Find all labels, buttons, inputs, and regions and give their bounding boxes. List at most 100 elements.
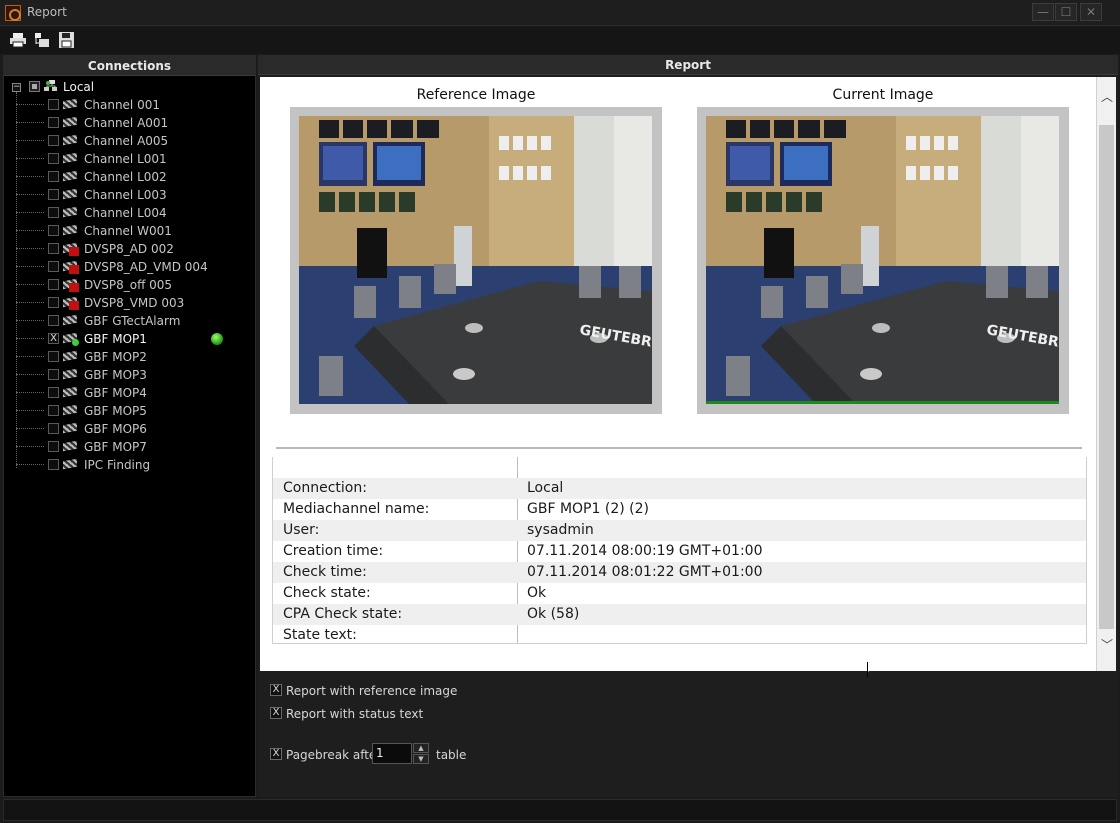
print-preview-icon	[35, 33, 49, 47]
tree-item-label: GBF MOP6	[84, 422, 147, 436]
stepper-up-icon[interactable]: ▲	[413, 743, 429, 753]
tree-branch-line	[16, 194, 44, 195]
scroll-thumb[interactable]	[1099, 125, 1114, 629]
tree-item[interactable]: GBF MOP5	[4, 402, 255, 420]
camera-glyph	[63, 170, 77, 182]
report-scrollbar[interactable]: ︿ ﹀	[1096, 77, 1116, 671]
tree-item[interactable]: Channel W001	[4, 222, 255, 240]
status-text-checkbox[interactable]: X	[270, 707, 282, 719]
tree-item[interactable]: Channel L004	[4, 204, 255, 222]
report-panel: Report Reference Image GEUTEBRUCK Curren…	[258, 55, 1118, 797]
tree-item-checkbox[interactable]	[48, 153, 59, 164]
tree-item[interactable]: GBF MOP6	[4, 420, 255, 438]
tree-item-checkbox[interactable]	[48, 441, 59, 452]
tree-item-checkbox[interactable]	[48, 297, 59, 308]
ok-badge-icon	[72, 339, 79, 346]
pagebreak-suffix: table	[436, 748, 467, 762]
camera-icon	[63, 170, 79, 184]
pagebreak-checkbox[interactable]: X	[270, 748, 282, 760]
reference-image: GEUTEBRUCK	[299, 116, 652, 404]
report-preview[interactable]: Reference Image GEUTEBRUCK Current Image…	[260, 77, 1096, 671]
scroll-down-icon[interactable]: ﹀	[1100, 637, 1114, 653]
tree-item-checkbox[interactable]	[48, 189, 59, 200]
row-key: Check time:	[283, 564, 367, 580]
vmd-badge-icon	[69, 283, 79, 292]
status-text-label: Report with status text	[286, 707, 424, 721]
tree-item[interactable]: X GBF MOP1	[4, 330, 255, 348]
tree-item-label: Channel W001	[84, 224, 172, 238]
tree-item-checkbox[interactable]	[48, 315, 59, 326]
row-key: State text:	[283, 627, 357, 643]
tree-item-checkbox[interactable]	[48, 207, 59, 218]
pagebreak-stepper[interactable]: ▲ ▼	[413, 743, 429, 764]
table-row: Connection: Local	[273, 478, 1086, 499]
tree-branch-line	[16, 410, 44, 411]
table-row: Check time: 07.11.2014 08:01:22 GMT+01:00	[273, 562, 1086, 583]
print-button[interactable]	[9, 31, 27, 49]
tree-item-checkbox[interactable]	[48, 423, 59, 434]
print-preview-button[interactable]	[33, 31, 51, 49]
vmd-badge-icon	[69, 301, 79, 310]
camera-glyph	[63, 98, 77, 110]
tree-branch-line	[16, 122, 44, 123]
tree-item[interactable]: IPC Finding	[4, 456, 255, 474]
stepper-down-icon[interactable]: ▼	[413, 754, 429, 764]
tree-item-checkbox[interactable]	[48, 135, 59, 146]
tree-item-checkbox[interactable]	[48, 459, 59, 470]
maximize-button[interactable]: ☐	[1055, 3, 1077, 21]
tree-item-label: Channel L004	[84, 206, 167, 220]
tree-item-checkbox[interactable]	[48, 405, 59, 416]
tree-item-checkbox[interactable]	[48, 387, 59, 398]
pagebreak-input[interactable]: 1	[372, 743, 412, 764]
tree-item-checkbox[interactable]	[48, 171, 59, 182]
tree-item[interactable]: GBF MOP7	[4, 438, 255, 456]
scroll-up-icon[interactable]: ︿	[1100, 89, 1114, 105]
tree-item[interactable]: Channel 001	[4, 96, 255, 114]
office-scene-image: GEUTEBRUCK	[299, 116, 652, 404]
tree-item-checkbox[interactable]	[48, 243, 59, 254]
row-key: CPA Check state:	[283, 606, 403, 622]
report-header: Report	[258, 55, 1118, 75]
tree-item[interactable]: DVSP8_off 005	[4, 276, 255, 294]
tree-item[interactable]: Channel L003	[4, 186, 255, 204]
camera-glyph	[63, 458, 77, 470]
tree-item[interactable]: DVSP8_VMD 003	[4, 294, 255, 312]
tree-item[interactable]: DVSP8_AD 002	[4, 240, 255, 258]
table-row: Mediachannel name: GBF MOP1 (2) (2)	[273, 499, 1086, 520]
tree-item[interactable]: Channel A005	[4, 132, 255, 150]
current-image: GEUTEBRUCK	[706, 116, 1059, 404]
tree-item[interactable]: Channel L001	[4, 150, 255, 168]
tree-item-checkbox[interactable]	[48, 225, 59, 236]
tree-item-label: IPC Finding	[84, 458, 151, 472]
tree-item-label: Channel L002	[84, 170, 167, 184]
tree-item[interactable]: Channel L002	[4, 168, 255, 186]
tree-item[interactable]: Channel A001	[4, 114, 255, 132]
row-key: Mediachannel name:	[283, 501, 430, 517]
tree-item-label: GBF MOP1	[84, 332, 147, 346]
save-report-button[interactable]	[58, 31, 76, 49]
pagebreak-label: Pagebreak afte	[286, 748, 377, 762]
vmd-badge-icon	[69, 265, 79, 274]
tree-item-checkbox[interactable]	[48, 261, 59, 272]
tree-item-checkbox[interactable]	[48, 351, 59, 362]
tree-item[interactable]: GBF MOP3	[4, 366, 255, 384]
tree-item[interactable]: GBF MOP2	[4, 348, 255, 366]
tree-item-checkbox[interactable]	[48, 369, 59, 380]
tree-branch-line	[16, 284, 44, 285]
tree-item[interactable]: DVSP8_AD_VMD 004	[4, 258, 255, 276]
collapse-toggle[interactable]: −	[12, 83, 21, 92]
camera-icon	[63, 314, 79, 328]
tree-root-local[interactable]: − Local	[4, 78, 255, 96]
tree-item[interactable]: GBF MOP4	[4, 384, 255, 402]
camera-icon	[63, 152, 79, 166]
close-button[interactable]: ✕	[1080, 3, 1102, 21]
reference-image-checkbox[interactable]: X	[270, 684, 282, 696]
tree-item-label: GBF MOP3	[84, 368, 147, 382]
tree-item[interactable]: GBF GTectAlarm	[4, 312, 255, 330]
tree-item-checkbox[interactable]	[48, 99, 59, 110]
tree-item-checkbox[interactable]: X	[48, 333, 59, 344]
tree-item-checkbox[interactable]	[48, 279, 59, 290]
tree-item-checkbox[interactable]	[48, 117, 59, 128]
minimize-button[interactable]: —	[1032, 3, 1054, 21]
root-checkbox[interactable]	[29, 81, 40, 92]
